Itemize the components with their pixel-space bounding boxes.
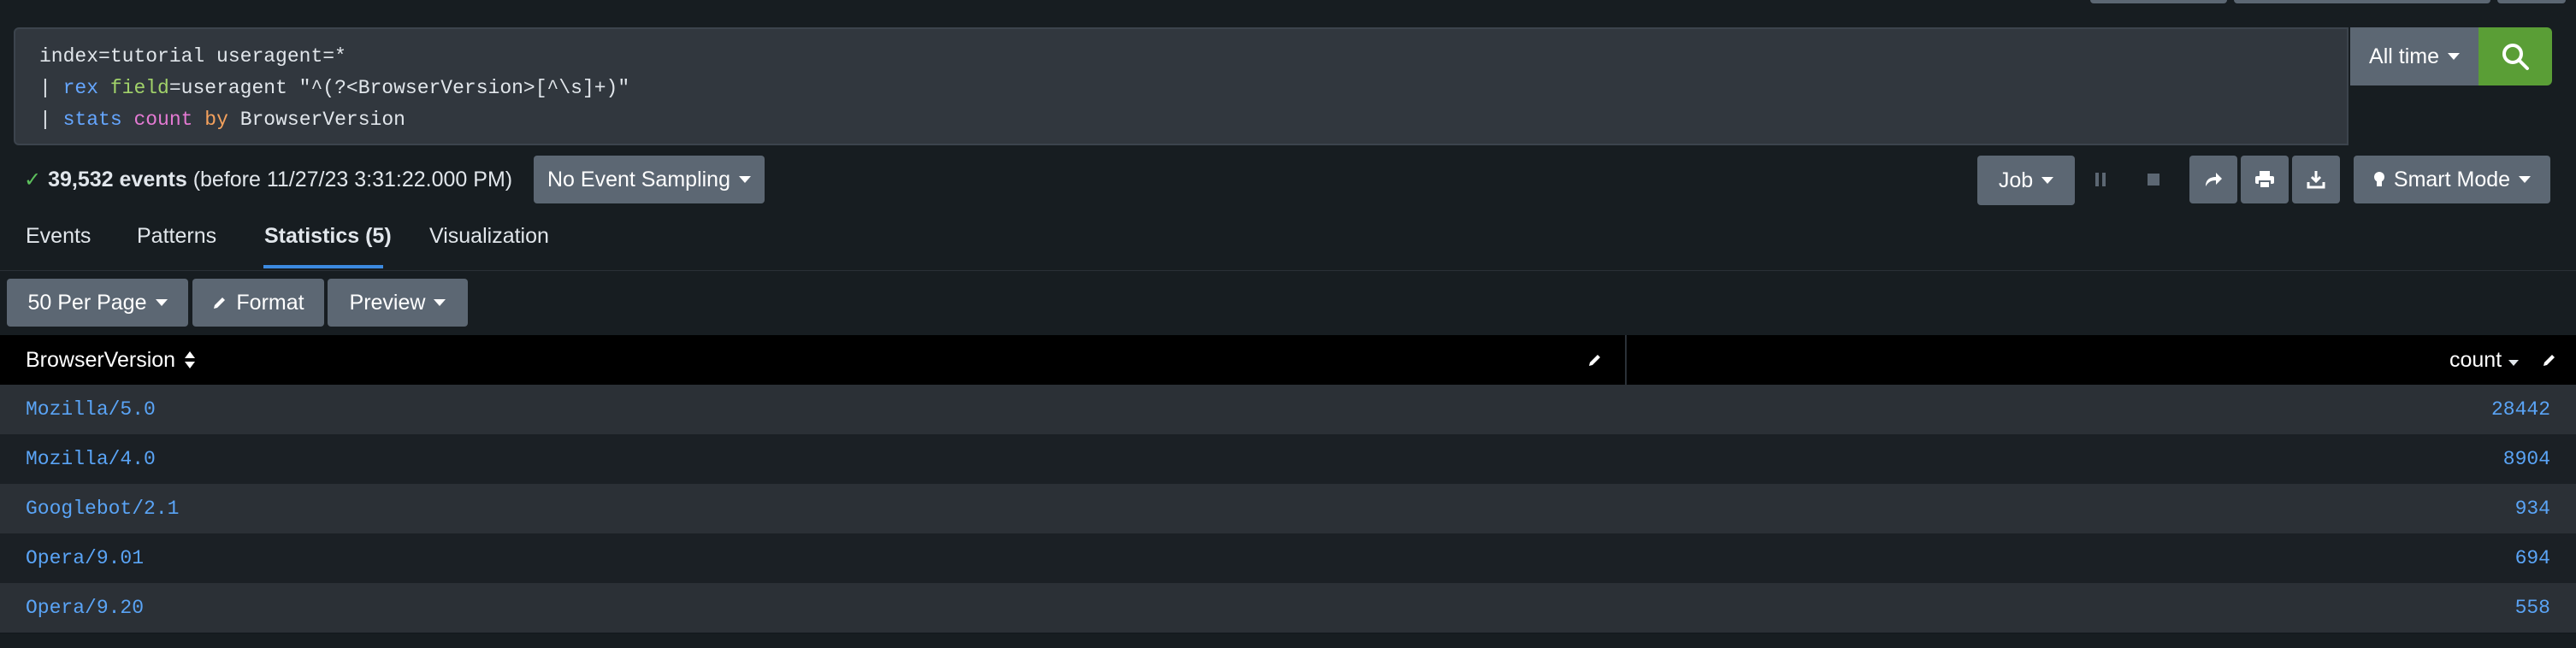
column-edit-browserversion[interactable] bbox=[1587, 335, 1603, 385]
count-cell[interactable]: 934 bbox=[2515, 484, 2550, 533]
search-icon bbox=[2502, 44, 2529, 70]
tab-statistics[interactable]: Statistics (5) bbox=[264, 224, 392, 249]
count-cell[interactable]: 8904 bbox=[2503, 434, 2550, 484]
export-button[interactable] bbox=[2292, 156, 2340, 203]
search-mode-dropdown[interactable]: Smart Mode bbox=[2354, 156, 2550, 203]
column-header-browserversion[interactable]: BrowserVersion bbox=[26, 335, 196, 385]
cutoff-button[interactable] bbox=[2090, 0, 2227, 3]
tabs-divider bbox=[0, 270, 2576, 271]
table-row: Mozilla/4.0 8904 bbox=[0, 434, 2576, 484]
table-row: Googlebot/2.1 934 bbox=[0, 484, 2576, 533]
per-page-dropdown[interactable]: 50 Per Page bbox=[7, 279, 188, 327]
browser-version-cell[interactable]: Mozilla/5.0 bbox=[26, 385, 156, 434]
count-cell[interactable]: 694 bbox=[2515, 533, 2550, 583]
column-label: BrowserVersion bbox=[26, 347, 176, 372]
chevron-down-icon bbox=[2041, 177, 2054, 184]
job-menu-button[interactable]: Job bbox=[1977, 156, 2075, 205]
time-range-label: All time bbox=[2369, 44, 2439, 68]
browser-version-cell[interactable]: Mozilla/4.0 bbox=[26, 434, 156, 484]
column-divider bbox=[1625, 335, 1627, 385]
column-header-count[interactable]: count bbox=[2449, 335, 2520, 385]
table-row: Opera/9.01 694 bbox=[0, 533, 2576, 583]
export-icon bbox=[2307, 171, 2325, 189]
query-line-3: | stats count by BrowserVersion bbox=[39, 109, 405, 131]
stop-button[interactable] bbox=[2130, 156, 2177, 203]
tab-visualization[interactable]: Visualization bbox=[429, 224, 549, 249]
format-button[interactable]: Format bbox=[192, 279, 324, 327]
pencil-icon bbox=[1589, 355, 1600, 366]
search-button[interactable] bbox=[2479, 27, 2552, 85]
sort-icon bbox=[185, 351, 196, 368]
chevron-down-icon bbox=[155, 299, 168, 306]
browser-version-cell[interactable]: Opera/9.01 bbox=[26, 533, 144, 583]
job-label: Job bbox=[1998, 168, 2034, 192]
query-line-1: index=tutorial useragent=* bbox=[39, 45, 346, 68]
print-button[interactable] bbox=[2241, 156, 2289, 203]
pencil-icon bbox=[214, 297, 226, 309]
event-count-status: ✓ 39,532 events (before 11/27/23 3:31:22… bbox=[24, 162, 512, 197]
event-sampling-dropdown[interactable]: No Event Sampling bbox=[534, 156, 765, 203]
per-page-label: 50 Per Page bbox=[27, 290, 147, 315]
pencil-icon bbox=[2544, 355, 2555, 366]
search-query-input[interactable]: index=tutorial useragent=* | rex field=us… bbox=[14, 27, 2349, 145]
pause-button[interactable] bbox=[2077, 156, 2124, 203]
column-edit-count[interactable] bbox=[2542, 335, 2557, 385]
table-row: Opera/9.20 558 bbox=[0, 583, 2576, 633]
query-line-2: | rex field=useragent "^(?<BrowserVersio… bbox=[39, 77, 630, 99]
table-row: Mozilla/5.0 28442 bbox=[0, 385, 2576, 434]
cutoff-button[interactable] bbox=[2497, 0, 2566, 3]
browser-version-cell[interactable]: Opera/9.20 bbox=[26, 583, 144, 633]
print-icon bbox=[2255, 171, 2274, 189]
browser-version-cell[interactable]: Googlebot/2.1 bbox=[26, 484, 179, 533]
checkmark-icon: ✓ bbox=[24, 168, 42, 191]
share-button[interactable] bbox=[2189, 156, 2237, 203]
event-count: 39,532 events bbox=[48, 167, 187, 191]
count-cell[interactable]: 558 bbox=[2515, 583, 2550, 633]
table-header: BrowserVersion count bbox=[0, 335, 2576, 385]
lightbulb-icon bbox=[2373, 172, 2384, 186]
pause-icon bbox=[2095, 173, 2106, 186]
chevron-down-icon bbox=[739, 176, 751, 183]
stop-icon bbox=[2148, 174, 2159, 186]
column-label: count bbox=[2449, 347, 2502, 372]
tab-patterns[interactable]: Patterns bbox=[137, 224, 216, 249]
event-sampling-label: No Event Sampling bbox=[547, 167, 730, 191]
chevron-down-icon bbox=[2519, 176, 2532, 183]
sort-desc-icon bbox=[2508, 359, 2520, 366]
share-icon bbox=[2206, 173, 2222, 186]
preview-label: Preview bbox=[349, 290, 426, 315]
count-cell[interactable]: 28442 bbox=[2491, 385, 2550, 434]
tab-events[interactable]: Events bbox=[26, 224, 91, 249]
format-label: Format bbox=[236, 290, 304, 315]
time-range-picker[interactable]: All time bbox=[2350, 27, 2479, 85]
search-mode-label: Smart Mode bbox=[2393, 167, 2511, 191]
chevron-down-icon bbox=[2447, 53, 2460, 60]
event-time-detail: (before 11/27/23 3:31:22.000 PM) bbox=[192, 167, 513, 191]
chevron-down-icon bbox=[434, 299, 446, 306]
cutoff-button[interactable] bbox=[2234, 0, 2490, 3]
active-tab-indicator bbox=[263, 265, 383, 268]
preview-dropdown[interactable]: Preview bbox=[328, 279, 468, 327]
